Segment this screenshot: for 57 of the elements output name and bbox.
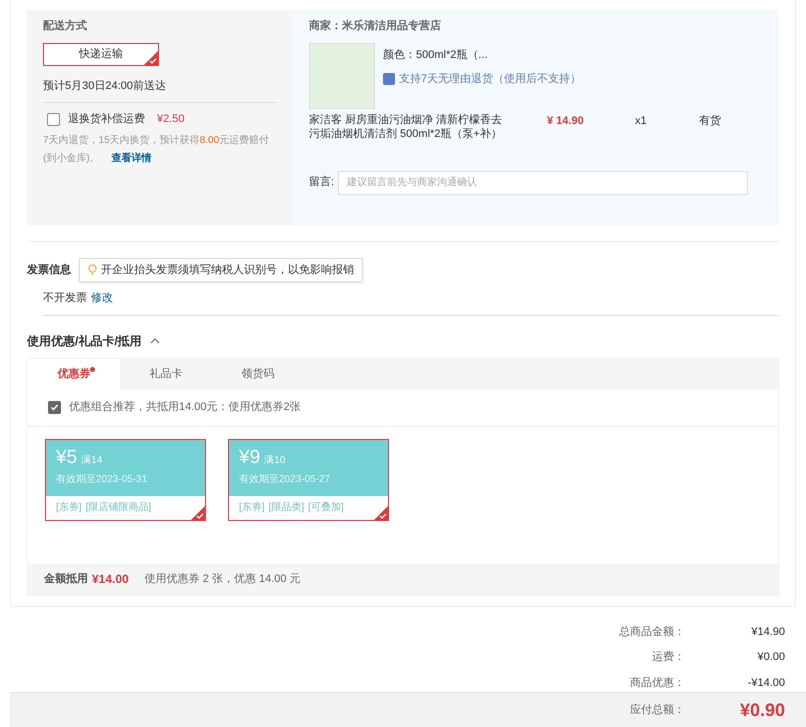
total-value: -¥14.00: [746, 676, 785, 690]
summary-note: 使用优惠券 2 张，优惠 14.00 元: [144, 572, 301, 587]
insurance-note: 7天内退货，15天内换货，预计获得8.00元运费赔付(到小金库)。 查看详情: [43, 134, 270, 166]
delivery-estimate: 预计5月30日24:00前送达: [43, 78, 277, 103]
selected-check-icon: [191, 506, 205, 520]
return-policy: 支持7天无理由退货（使用后不支持）: [399, 72, 582, 87]
payable-amount: ¥0.90: [738, 698, 785, 722]
message-label: 留言:: [309, 174, 334, 190]
lightbulb-icon: [88, 264, 97, 276]
checkbox[interactable]: [47, 112, 60, 126]
product-color: 颜色：500ml*2瓶（...: [383, 48, 489, 62]
message-field[interactable]: 建议留言前先与商家沟通确认: [338, 170, 748, 194]
coupon-tag: [东券]: [239, 500, 265, 514]
summary-amount: ¥14.00: [92, 571, 129, 588]
coupon-tag: [可叠加]: [308, 500, 344, 514]
chevron-icon[interactable]: [150, 338, 160, 344]
coupon-amount: ¥5: [56, 446, 78, 470]
coupon-threshold: 满10: [264, 454, 286, 468]
selected-check-icon: [144, 50, 158, 64]
recommend-label: 优惠组合推荐，共抵用14.00元：使用优惠券2张: [69, 400, 301, 416]
product-name: 家洁客 厨房重油污油烟净 清新柠檬香去污垢油烟机清洁剂 500ml*2瓶（泵+补）: [309, 112, 504, 140]
edit-link[interactable]: 修改: [91, 292, 113, 304]
coupon-threshold: 满14: [81, 454, 102, 468]
tab[interactable]: 优惠券: [28, 358, 120, 390]
return-badge-icon: [383, 73, 395, 86]
seller-name: 商家：米乐清洁用品专营店: [309, 18, 442, 34]
product-quantity: x1: [634, 114, 648, 128]
selected-check-icon: [374, 506, 388, 520]
section-title: 配送方式: [43, 18, 88, 34]
coupon-amount: ¥9: [239, 446, 260, 470]
tab[interactable]: 礼品卡: [120, 358, 212, 390]
coupon-validity: 有效期至2023-05-31: [56, 472, 148, 487]
product-price: ¥ 14.90: [546, 114, 585, 128]
product-image-placeholder: [309, 42, 375, 108]
invoice-value: 不开发票: [43, 292, 87, 304]
stock-status: 有货: [698, 114, 721, 128]
total-value: ¥0.00: [756, 650, 785, 665]
total-value: ¥14.90: [750, 624, 785, 640]
coupon-validity: 有效期至2023-05-27: [239, 472, 332, 487]
insurance-label: 退换货补偿运费: [68, 112, 145, 127]
checkbox[interactable]: [48, 401, 61, 414]
coupon-tag: [限店铺限商品]: [86, 500, 152, 514]
tip-text: 开企业抬头发票须填写纳税人识别号，以免影响报销: [101, 262, 354, 278]
payable-label: 应付总额：: [630, 702, 685, 718]
coupon-tag: [限品类]: [268, 500, 304, 514]
coupon-tag: [东券]: [56, 500, 82, 514]
total-label: 总商品金额：: [619, 624, 685, 640]
details-link[interactable]: 查看详情: [112, 152, 152, 164]
insurance-price: ¥2.50: [157, 112, 185, 127]
shipping-method-button[interactable]: 快递运输: [43, 42, 159, 66]
total-label: 运费：: [652, 650, 685, 665]
tab[interactable]: 领货码: [212, 358, 304, 390]
summary-label: 金额抵用: [44, 572, 88, 587]
check-icon: [50, 403, 59, 412]
section-title: 使用优惠/礼品卡/抵用: [27, 332, 142, 350]
section-title: 发票信息: [27, 262, 71, 278]
total-label: 商品优惠：: [630, 676, 685, 690]
